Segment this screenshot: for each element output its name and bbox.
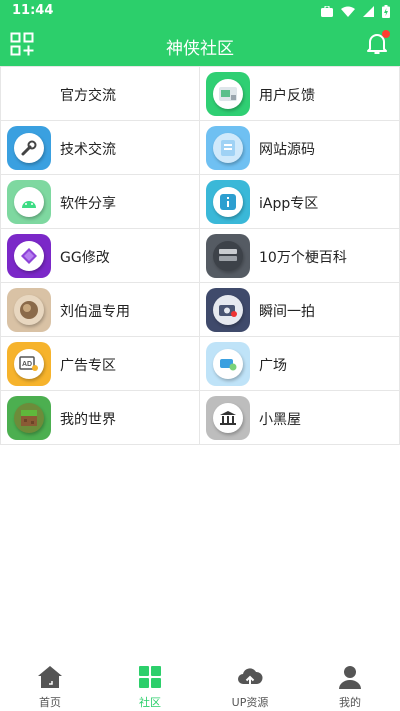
notifications-button[interactable]: [364, 30, 390, 56]
gg-icon: [7, 234, 51, 278]
home-icon: [38, 666, 62, 688]
forum-snapshot[interactable]: 瞬间一拍: [200, 283, 400, 337]
forum-label: 技术交流: [60, 142, 116, 158]
forum-label: 用户反馈: [259, 88, 315, 104]
forum-label: 广告专区: [60, 358, 116, 374]
feedback-icon: [206, 72, 250, 116]
minecraft-icon: [7, 396, 51, 440]
website-code-icon: [206, 126, 250, 170]
page-title: 神侠社区: [166, 39, 234, 59]
iapp-icon: [206, 180, 250, 224]
briefcase-icon: [321, 5, 333, 17]
wifi-icon: [341, 6, 355, 17]
grid-row: 技术交流 网站源码: [0, 121, 400, 175]
signal-icon: [363, 5, 374, 17]
svg-text:AD: AD: [22, 361, 32, 368]
nav-profile[interactable]: 我的: [300, 655, 400, 711]
android-icon: [7, 180, 51, 224]
bottom-nav: 首页 社区 UP资源 我的: [0, 655, 400, 711]
nav-up-resources[interactable]: UP资源: [200, 655, 300, 711]
nav-community[interactable]: 社区: [100, 655, 200, 711]
forum-label: 小黑屋: [259, 412, 301, 428]
forum-user-feedback[interactable]: 用户反馈: [200, 67, 400, 121]
cloud-upload-icon: [238, 668, 263, 686]
grid-row: 我的世界 小黑屋: [0, 391, 400, 445]
status-bar: 11:44: [0, 0, 400, 22]
forum-label: 广场: [259, 358, 287, 374]
forum-grid: 官方交流 用户反馈 技术交流 网站源码 软件分享 iApp专区 GG修改 10万…: [0, 66, 400, 445]
nav-label: 首页: [39, 696, 61, 709]
forum-label: 瞬间一拍: [259, 304, 315, 320]
nav-label: 我的: [339, 696, 361, 709]
forum-software-share[interactable]: 软件分享: [0, 175, 200, 229]
forum-ads[interactable]: AD 广告专区: [0, 337, 200, 391]
grid-row: 软件分享 iApp专区: [0, 175, 400, 229]
camera-icon: [206, 288, 250, 332]
grid-row: 刘伯温专用 瞬间一拍: [0, 283, 400, 337]
forum-blacklist-room[interactable]: 小黑屋: [200, 391, 400, 445]
portrait-icon: [7, 288, 51, 332]
ad-icon: AD: [7, 342, 51, 386]
forum-iapp[interactable]: iApp专区: [200, 175, 400, 229]
forum-label: 10万个梗百科: [259, 250, 347, 266]
wrench-icon: [7, 126, 51, 170]
forum-label: 刘伯温专用: [60, 304, 130, 320]
forum-gg-modify[interactable]: GG修改: [0, 229, 200, 283]
nav-home[interactable]: 首页: [0, 655, 100, 711]
nav-label: 社区: [139, 696, 161, 709]
nav-label: UP资源: [231, 696, 269, 709]
bank-icon: [206, 396, 250, 440]
forum-square[interactable]: 广场: [200, 337, 400, 391]
forum-website-code[interactable]: 网站源码: [200, 121, 400, 175]
forum-label: 官方交流: [60, 88, 116, 104]
forum-label: 软件分享: [60, 196, 116, 212]
app-bar: 神侠社区: [0, 22, 400, 66]
forum-label: iApp专区: [259, 196, 319, 212]
forum-label: GG修改: [60, 250, 110, 266]
forum-official-chat[interactable]: 官方交流: [0, 67, 200, 121]
notification-badge: [382, 30, 390, 38]
grid-row: AD 广告专区 广场: [0, 337, 400, 391]
forum-meme-wiki[interactable]: 10万个梗百科: [200, 229, 400, 283]
forum-label: 我的世界: [60, 412, 116, 428]
grid-row: 官方交流 用户反馈: [0, 67, 400, 121]
status-icons: [321, 4, 390, 18]
grid-row: GG修改 10万个梗百科: [0, 229, 400, 283]
community-grid-icon: [139, 666, 161, 688]
forum-liu-bowen[interactable]: 刘伯温专用: [0, 283, 200, 337]
status-time: 11:44: [12, 3, 54, 18]
forum-minecraft[interactable]: 我的世界: [0, 391, 200, 445]
profile-icon: [339, 666, 361, 689]
forum-tech-chat[interactable]: 技术交流: [0, 121, 200, 175]
meme-wiki-icon: [206, 234, 250, 278]
forum-label: 网站源码: [259, 142, 315, 158]
battery-icon: [382, 4, 390, 18]
square-icon: [206, 342, 250, 386]
